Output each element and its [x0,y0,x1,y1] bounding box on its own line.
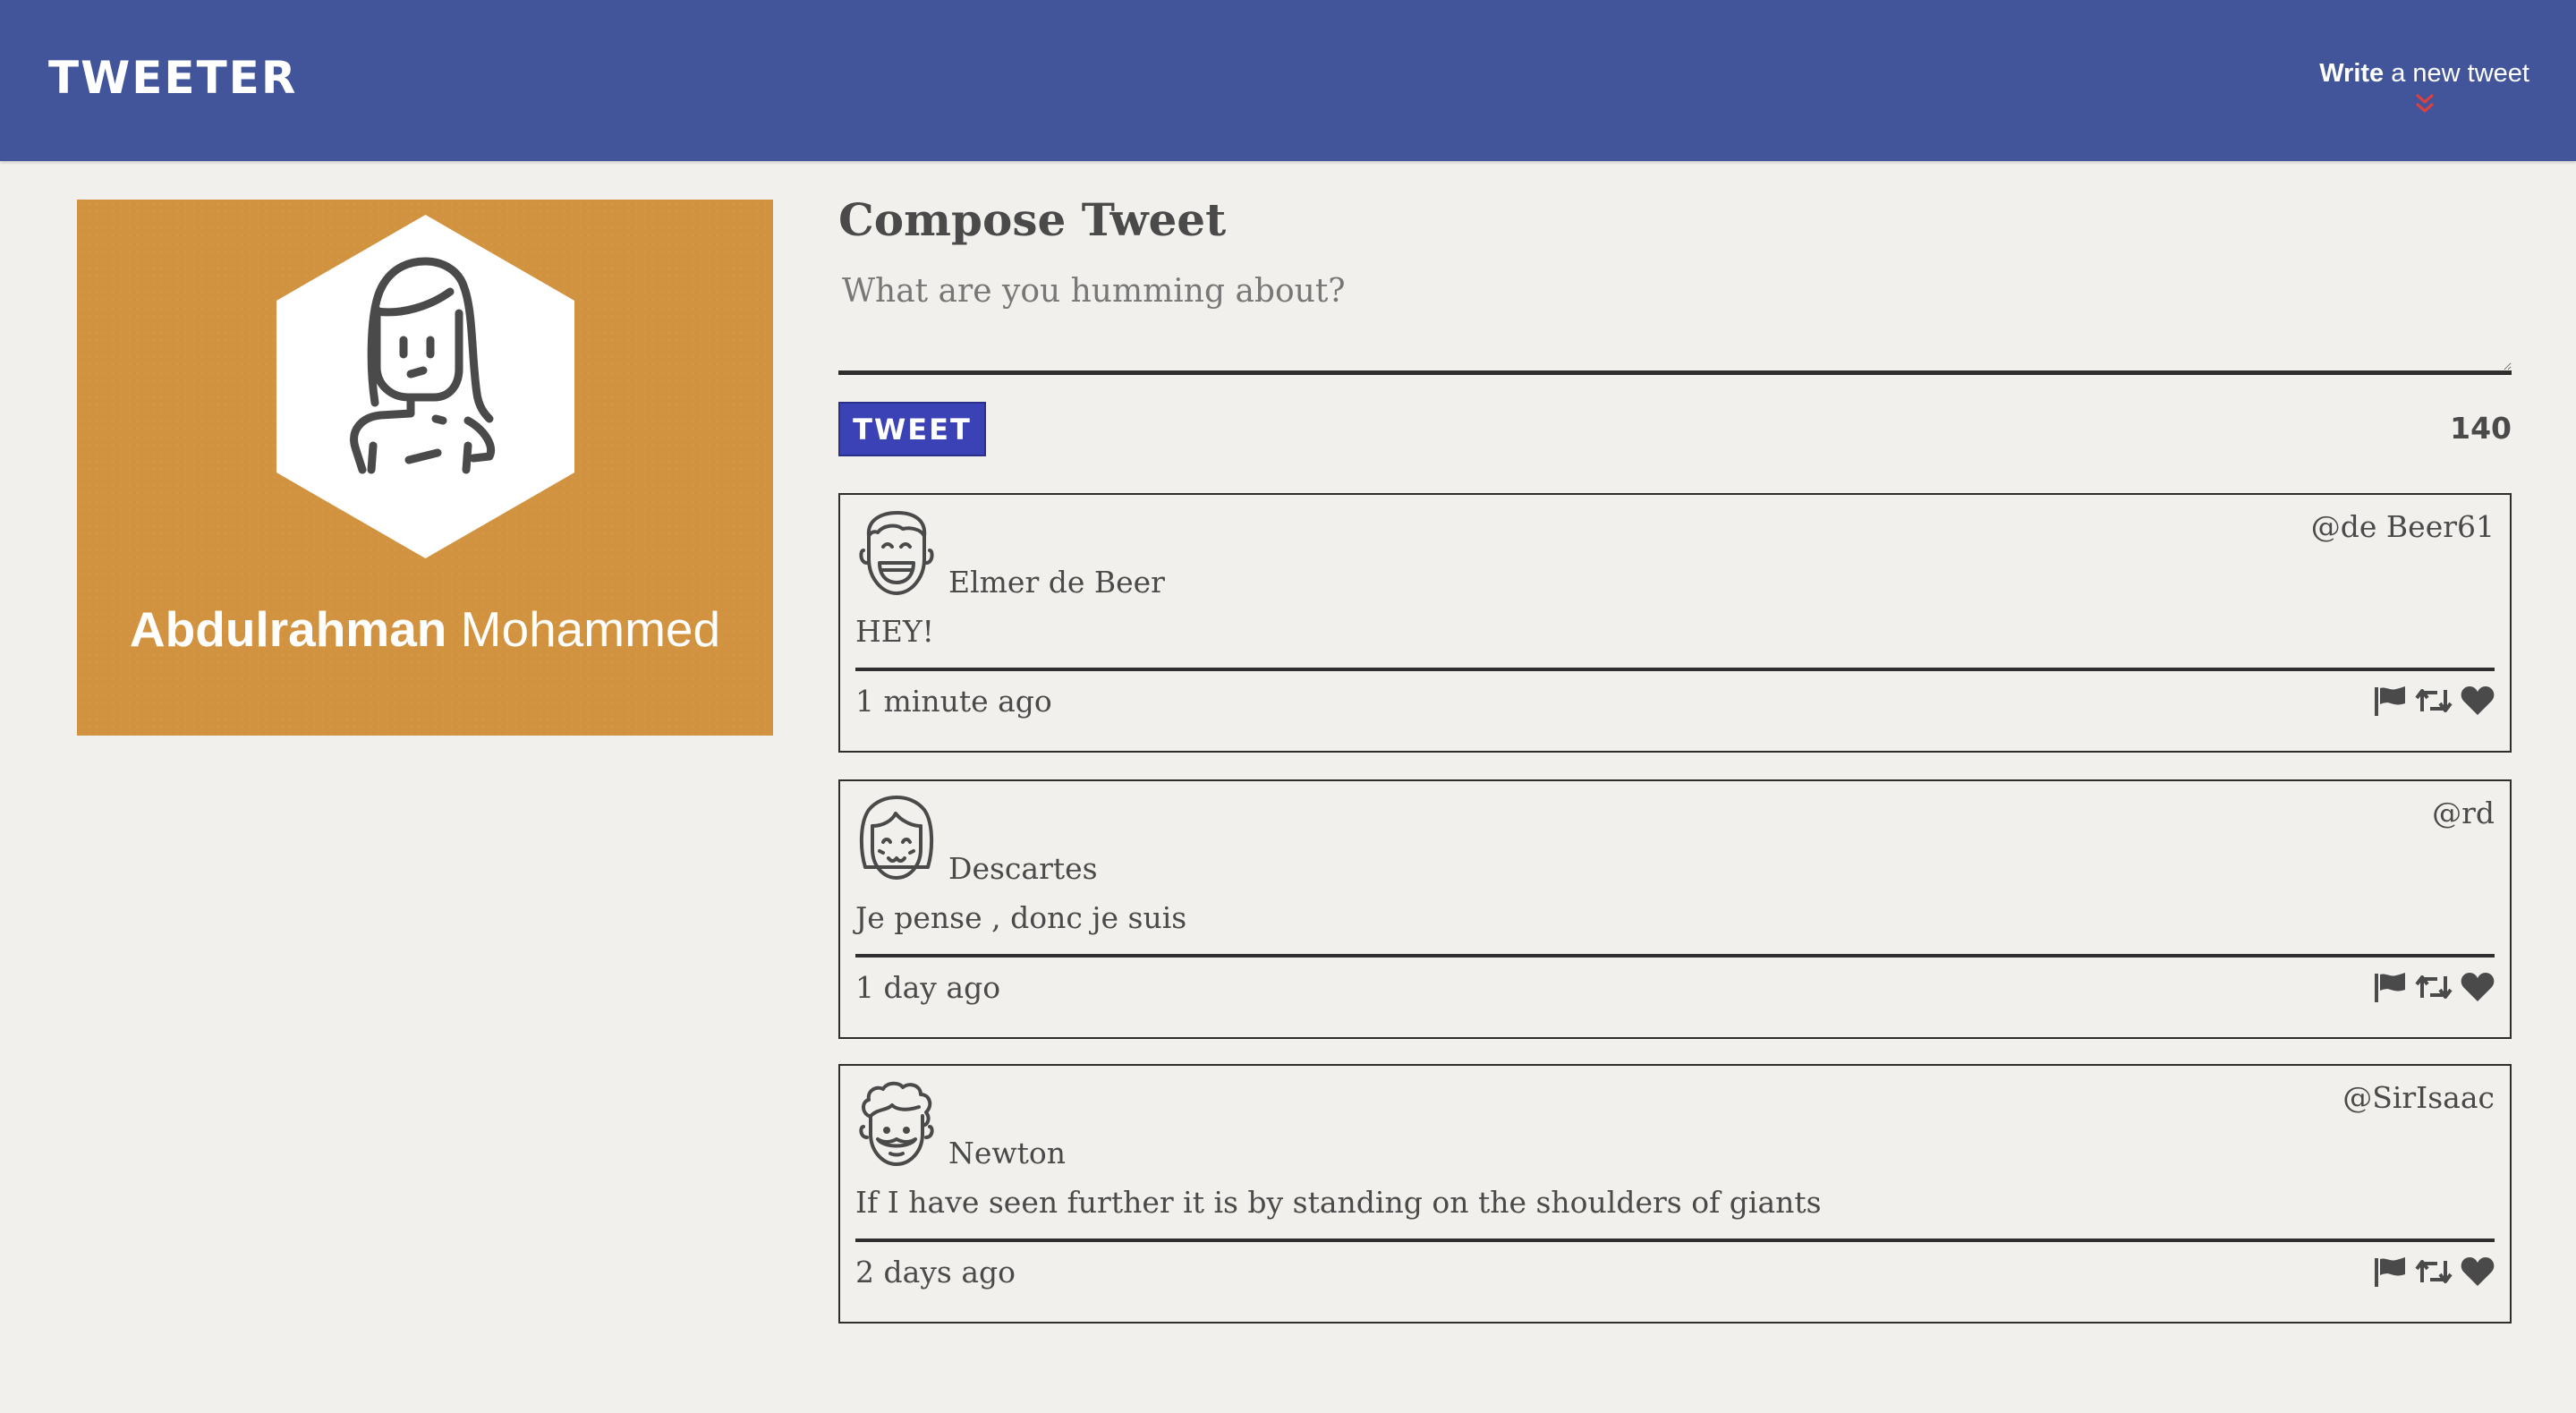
heart-icon[interactable] [2461,1256,2495,1287]
write-new-tweet-toggle[interactable]: Write a new tweet [2319,59,2529,115]
tweet-author-name: Elmer de Beer [948,565,1165,600]
tweet-actions [2373,972,2495,1002]
tweet-author-handle: @rd [2432,796,2495,830]
curly-hair-avatar-icon [859,1081,934,1166]
retweet-icon[interactable] [2414,1258,2453,1285]
tweet-content: HEY! [855,614,934,649]
flag-icon[interactable] [2373,972,2407,1002]
tweet-content: If I have seen further it is by standing… [855,1185,1822,1220]
tweet-content: Je pense , donc je suis [855,900,1187,935]
tweet-author-handle: @de Beer61 [2310,509,2495,544]
retweet-icon[interactable] [2414,687,2453,714]
tweet-author-handle: @SirIsaac [2342,1080,2495,1115]
tweet-timestamp: 1 day ago [855,970,1001,1005]
tweet-divider [855,1239,2495,1242]
brand-logo[interactable]: TWEETER [48,52,297,104]
profile-last-name: Mohammed [446,601,721,657]
profile-first-name: Abdulrahman [129,601,447,657]
tweet-text-input[interactable] [838,273,2512,375]
flag-icon[interactable] [2373,685,2407,716]
heart-icon[interactable] [2461,972,2495,1002]
tweet-author-name: Newton [948,1136,1067,1170]
flag-icon[interactable] [2373,1256,2407,1287]
tweet-card: Newton @SirIsaac If I have seen further … [838,1064,2512,1324]
compose-actions: TWEET 140 [838,375,2512,456]
tweet-divider [855,954,2495,958]
tweet-submit-button[interactable]: TWEET [838,402,986,456]
top-navbar: TWEETER Write a new tweet [0,0,2576,161]
tweet-card: Descartes @rd Je pense , donc je suis 1 … [838,779,2512,1039]
tweet-timestamp: 2 days ago [855,1255,1016,1290]
write-label-bold: Write [2319,59,2385,88]
profile-name: Abdulrahman Mohammed [77,600,773,658]
tweet-actions [2373,685,2495,716]
compose-title: Compose Tweet [838,193,1227,246]
retweet-icon[interactable] [2414,974,2453,1000]
tweet-divider [855,668,2495,671]
tweet-actions [2373,1256,2495,1287]
profile-card: Abdulrahman Mohammed [77,200,773,736]
smiling-man-avatar-icon [859,511,934,595]
tweet-timestamp: 1 minute ago [855,684,1052,719]
character-counter: 140 [2450,411,2512,446]
bob-hair-avatar-icon [859,796,934,880]
tweet-author-name: Descartes [948,851,1098,886]
compose-section: Compose Tweet TWEET 140 [838,193,2512,456]
write-label-rest: a new tweet [2384,59,2529,88]
tweet-card: Elmer de Beer @de Beer61 HEY! 1 minute a… [838,493,2512,753]
double-chevron-down-icon [2415,93,2434,114]
heart-icon[interactable] [2461,685,2495,716]
woman-avatar-icon [276,215,574,558]
